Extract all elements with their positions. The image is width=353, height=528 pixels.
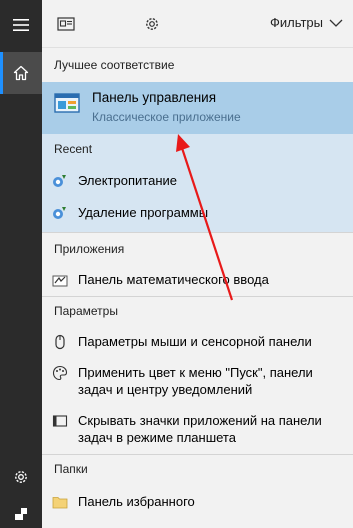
folder-icon [52,494,68,510]
filters-dropdown[interactable]: Фильтры [270,15,343,30]
divider [42,296,353,297]
hamburger-icon [13,19,29,31]
divider [42,232,353,233]
search-results: Лучшее соответствие Панель управления Кл… [42,48,353,528]
control-panel-icon [54,93,80,113]
power-options-icon [52,173,68,189]
filters-label: Фильтры [269,15,323,30]
app-item-label: Панель математического ввода [78,272,269,287]
left-rail [0,0,42,528]
home-button[interactable] [0,52,42,94]
user-button[interactable] [0,492,42,528]
best-match-subtitle: Классическое приложение [92,110,241,124]
hamburger-button[interactable] [0,4,42,46]
folder-item-label: Панель избранного [78,494,195,509]
best-match-heading: Лучшее соответствие [54,58,175,72]
chevron-down-icon [329,19,343,27]
home-icon [13,65,29,81]
setting-item-mouse[interactable]: Параметры мыши и сенсорной панели [52,333,347,350]
recent-item-label: Электропитание [78,173,177,188]
settings-heading: Параметры [54,304,118,318]
setting-item-label: Применить цвет к меню "Пуск", панели зад… [78,365,313,397]
documents-filter-button[interactable] [54,12,78,36]
folder-item-favorites[interactable]: Панель избранного [52,493,347,510]
setting-item-label: Параметры мыши и сенсорной панели [78,334,312,349]
programs-icon [52,205,68,221]
gear-icon [15,471,27,483]
recent-heading: Recent [54,142,93,156]
search-topbar: Фильтры [42,0,353,48]
document-icon [57,17,75,31]
settings-filter-button[interactable] [140,12,164,36]
recent-item-label: Удаление программы [78,205,209,220]
setting-item-start-color[interactable]: Применить цвет к меню "Пуск", панели зад… [52,364,347,398]
setting-item-tablet-icons[interactable]: Скрывать значки приложений на панели зад… [52,412,347,446]
mouse-icon [52,334,68,350]
recent-section: Recent Электропитание Удаление программы [42,134,353,232]
setting-item-label: Скрывать значки приложений на панели зад… [78,413,322,445]
tablet-icon [52,413,68,429]
apps-heading: Приложения [54,242,125,256]
divider [42,454,353,455]
recent-item-uninstall[interactable]: Удаление программы [52,204,347,221]
best-match-item[interactable]: Панель управления Классическое приложени… [42,82,353,134]
best-match-title: Панель управления [92,90,217,105]
recent-item-power[interactable]: Электропитание [52,172,347,189]
folders-heading: Папки [54,462,88,476]
math-input-icon [52,272,68,288]
app-item-math-input[interactable]: Панель математического ввода [52,271,347,288]
gear-icon [146,18,158,30]
user-icon [15,508,27,520]
palette-icon [52,365,68,381]
